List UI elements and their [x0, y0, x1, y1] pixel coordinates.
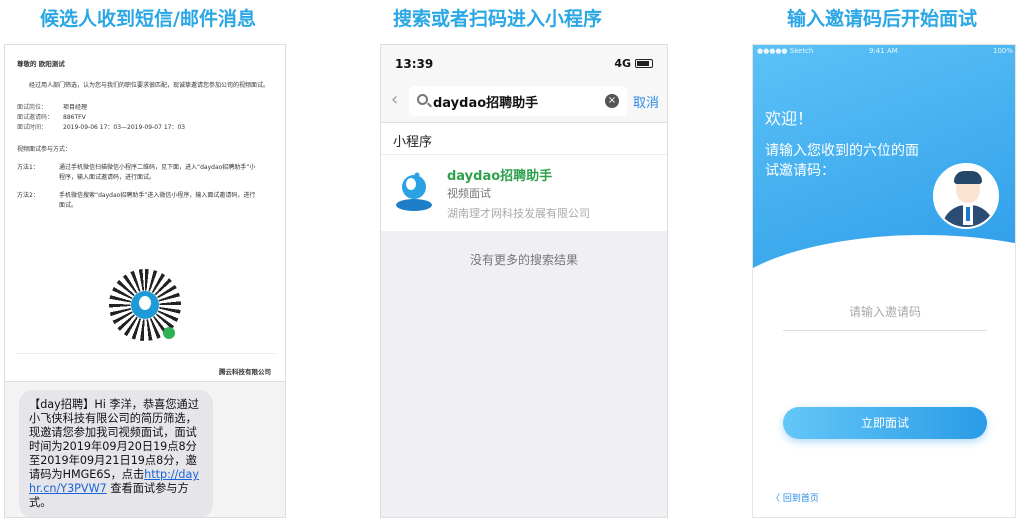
- result-category: 视频面试: [447, 187, 491, 200]
- field-label: 面试时间：: [17, 124, 48, 131]
- field-value: 项目经理: [63, 104, 88, 111]
- search-panel: 13:39 4G ‹ daydao招聘助手 × 取消 小程序 daydao招聘助…: [380, 44, 668, 518]
- result-name: daydao招聘助手: [447, 169, 553, 184]
- battery-icon: [635, 59, 653, 68]
- method-1: 方法1： 通过手机微信扫描微信小程序二维码，见下面，进入“daydao招聘助手”小…: [17, 163, 275, 183]
- search-input[interactable]: daydao招聘助手 ×: [409, 86, 627, 116]
- interview-fields: 面试岗位： 项目经理 面试邀请码： 886TFV 面试时间： 2019-09-06 1…: [17, 103, 275, 133]
- signal-label: 4G: [614, 57, 631, 70]
- search-bar: ‹ daydao招聘助手 × 取消: [381, 79, 667, 123]
- field-code: 面试邀请码： 886TFV: [17, 113, 275, 123]
- field-label: 面试岗位：: [17, 104, 48, 111]
- avatar-tie: [966, 207, 970, 221]
- status-signal: 4G: [614, 57, 653, 70]
- methods-title: 视频面试参与方式：: [17, 146, 72, 153]
- status-bar: 13:39 4G: [381, 45, 667, 79]
- back-home-link[interactable]: 〈 回到首页: [771, 491, 819, 504]
- sms-bubble: 【day招聘】Hi 李洋，恭喜您通过小飞侠科技有限公司的简历筛选，现邀请您参加我…: [19, 390, 213, 517]
- message-panel: 尊敬的 欧阳测试 经过用人部门筛选，认为您与我们的职位要求很匹配，现诚挚邀请您参…: [4, 44, 286, 518]
- section-title: 小程序: [381, 123, 667, 155]
- avatar-hair: [954, 171, 982, 184]
- step-1-heading: 候选人收到短信/邮件消息: [40, 8, 256, 30]
- step-3-heading: 输入邀请码后开始面试: [787, 8, 978, 30]
- method-2: 方法2： 手机微信搜索“daydao招聘助手”进入微信小程序，输入面试邀请码，进行…: [17, 191, 275, 211]
- qr-logo-icon: [131, 291, 159, 319]
- email-intro: 经过用人部门筛选，认为您与我们的职位要求很匹配，现诚挚邀请您参加公司的视频面试。: [29, 82, 270, 89]
- prompt-text: 请输入您收到的六位的面试邀请码：: [765, 143, 919, 179]
- field-value: 886TFV: [63, 114, 86, 121]
- step-2-heading: 搜索或者扫码进入小程序: [393, 8, 603, 30]
- back-icon[interactable]: ‹: [391, 89, 398, 110]
- welcome-text: 欢迎！: [765, 109, 814, 128]
- miniapp-logo-icon: [396, 172, 432, 211]
- email-greeting: 尊敬的 欧阳测试: [17, 60, 65, 68]
- miniprogram-result[interactable]: daydao招聘助手 视频面试 湖南理才网科技发展有限公司: [381, 155, 667, 231]
- divider: [15, 353, 277, 354]
- invite-panel: ●●●●● Sketch 9:41 AM 100% 欢迎！ 请输入您收到的六位的…: [752, 44, 1016, 518]
- status-time: 13:39: [395, 57, 434, 71]
- invite-code-input[interactable]: [783, 293, 987, 331]
- status-battery: 100%: [992, 47, 1013, 55]
- sms-area: 【day招聘】Hi 李洋，恭喜您通过小飞侠科技有限公司的简历筛选，现邀请您参加我…: [5, 381, 285, 517]
- field-position: 面试岗位： 项目经理: [17, 103, 275, 113]
- clear-icon[interactable]: ×: [605, 94, 619, 108]
- field-time: 面试时间： 2019-09-06 17：03—2019-09-07 17：03: [17, 123, 275, 133]
- search-query: daydao招聘助手: [433, 96, 539, 111]
- search-icon: [417, 94, 428, 105]
- method-label: 方法2：: [17, 192, 39, 199]
- email-letter: 尊敬的 欧阳测试 经过用人部门筛选，认为您与我们的职位要求很匹配，现诚挚邀请您参…: [5, 45, 285, 381]
- start-interview-button[interactable]: 立即面试: [783, 407, 987, 439]
- method-label: 方法1：: [17, 164, 39, 171]
- result-organization: 湖南理才网科技发展有限公司: [447, 207, 590, 220]
- miniprogram-badge-icon: [163, 327, 175, 339]
- status-carrier: ●●●●● Sketch: [757, 47, 814, 55]
- no-more-results: 没有更多的搜索结果: [469, 253, 578, 267]
- status-time: 9:41 AM: [869, 47, 898, 55]
- field-value: 2019-09-06 17：03—2019-09-07 17：03: [63, 124, 186, 131]
- method-text: 通过手机微信扫描微信小程序二维码，见下面，进入“daydao招聘助手”小程序，输…: [59, 164, 256, 181]
- cancel-button[interactable]: 取消: [633, 92, 659, 111]
- method-text: 手机微信搜索“daydao招聘助手”进入微信小程序，输入面试邀请码，进行面试。: [59, 192, 256, 209]
- status-bar: ●●●●● Sketch 9:41 AM 100%: [753, 45, 1015, 59]
- avatar-icon: [933, 163, 999, 229]
- field-label: 面试邀请码：: [17, 114, 54, 121]
- email-company: 腾云科技有限公司: [219, 368, 271, 376]
